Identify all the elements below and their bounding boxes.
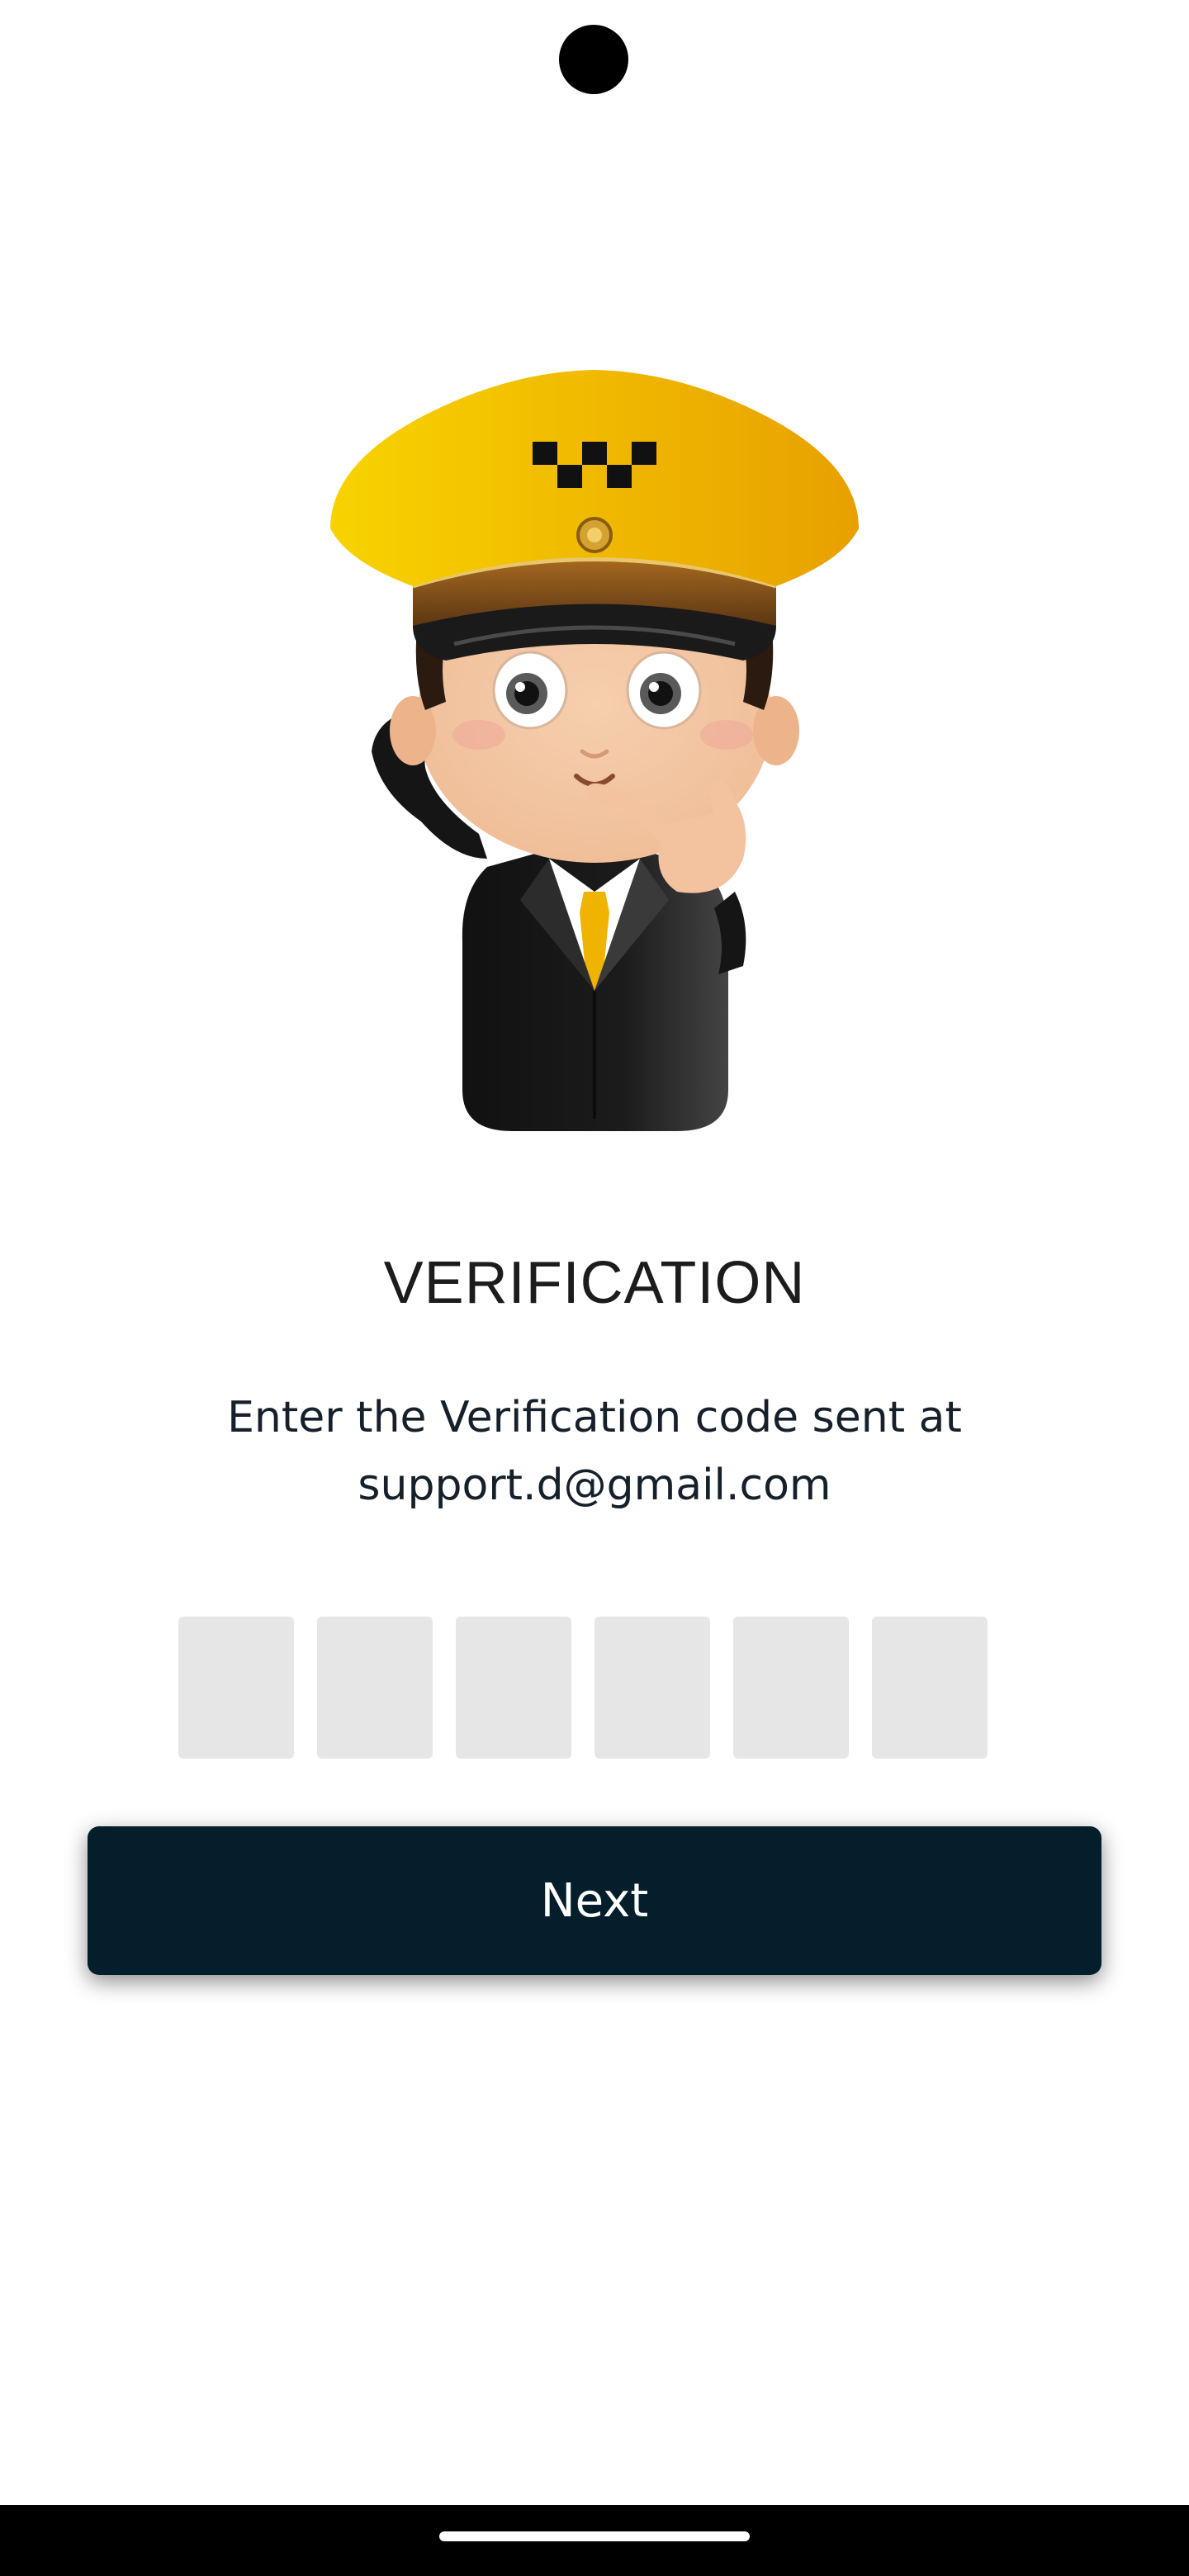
verification-instructions: Enter the Verification code sent at supp… xyxy=(227,1393,962,1510)
front-camera-cutout xyxy=(559,25,628,94)
home-indicator-icon[interactable] xyxy=(439,2531,750,2541)
code-digit-4-field[interactable] xyxy=(594,1617,710,1759)
code-digit-1-field[interactable] xyxy=(178,1617,294,1759)
next-button[interactable]: Next xyxy=(88,1826,1101,1975)
code-digit-2-field[interactable] xyxy=(317,1617,433,1759)
code-digit-3-field[interactable] xyxy=(456,1617,571,1759)
code-digit-6-field[interactable] xyxy=(872,1617,988,1759)
verification-code-input xyxy=(178,1617,988,1759)
page-title: VERIFICATION xyxy=(383,1250,806,1316)
taxi-driver-illustration xyxy=(330,370,859,1131)
next-button-label: Next xyxy=(540,1873,649,1928)
system-navigation-bar xyxy=(0,2505,1189,2576)
code-digit-5-field[interactable] xyxy=(733,1617,849,1759)
